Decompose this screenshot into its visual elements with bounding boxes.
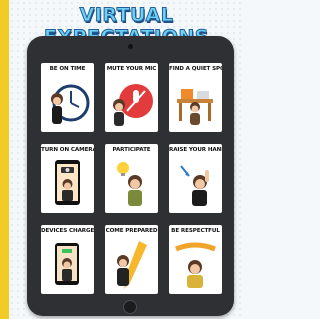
card-come-prepared: COME PREPARED xyxy=(105,225,158,294)
card-turn-on-camera: TURN ON CAMERA xyxy=(41,144,94,213)
raised-hand-icon xyxy=(173,156,218,209)
charged-device-icon xyxy=(45,237,90,290)
card-be-on-time: BE ON TIME xyxy=(41,63,94,132)
tablet-device: BE ON TIME MUTE YOUR MIC FIND A QUIET SP… xyxy=(27,36,234,316)
card-label: PARTICIPATE xyxy=(112,147,151,153)
respect-banner-icon xyxy=(173,237,218,290)
card-label: RAISE YOUR HAND xyxy=(169,147,222,153)
tablet-screen: BE ON TIME MUTE YOUR MIC FIND A QUIET SP… xyxy=(39,60,222,296)
muted-mic-icon xyxy=(109,75,154,128)
card-be-respectful: BE RESPECTFUL xyxy=(169,225,222,294)
card-devices-charged: DEVICES CHARGED xyxy=(41,225,94,294)
card-label: COME PREPARED xyxy=(105,228,158,234)
card-label: BE ON TIME xyxy=(49,66,86,72)
camera-icon xyxy=(45,156,90,209)
home-button-icon xyxy=(123,300,137,314)
card-raise-your-hand: RAISE YOUR HAND xyxy=(169,144,222,213)
card-label: MUTE YOUR MIC xyxy=(106,66,157,72)
lightbulb-icon xyxy=(109,156,154,209)
tablet-camera-icon xyxy=(128,44,133,49)
card-label: DEVICES CHARGED xyxy=(41,228,94,234)
card-label: FIND A QUIET SPOT xyxy=(169,66,222,72)
clock-icon xyxy=(45,75,90,128)
desk-icon xyxy=(173,75,218,128)
card-participate: PARTICIPATE xyxy=(105,144,158,213)
card-mute-your-mic: MUTE YOUR MIC xyxy=(105,63,158,132)
pencil-icon xyxy=(109,237,154,290)
page-title: VIRTUAL EXPECTATIONS xyxy=(44,4,209,49)
card-find-a-quiet-spot: FIND A QUIET SPOT xyxy=(169,63,222,132)
card-label: TURN ON CAMERA xyxy=(41,147,94,153)
card-label: BE RESPECTFUL xyxy=(171,228,220,234)
